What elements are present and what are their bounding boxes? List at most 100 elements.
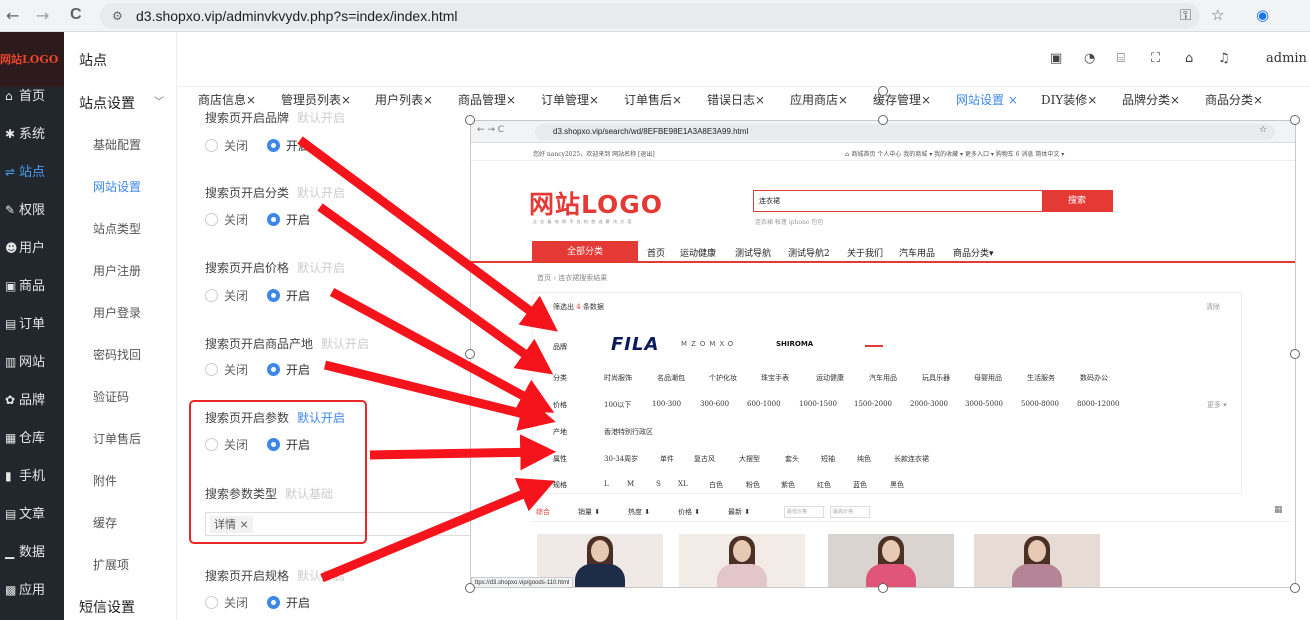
brand-logo-small[interactable] <box>865 335 883 347</box>
reload-icon[interactable]: C <box>70 6 82 24</box>
sidebar-item[interactable]: ✿ 品牌 <box>0 381 64 419</box>
tab-item[interactable]: 商店信息× <box>198 91 256 108</box>
product-card[interactable] <box>974 534 1100 587</box>
radio-on[interactable]: 开启 <box>267 594 310 611</box>
embedded-nav-item[interactable]: 首页 <box>647 246 665 259</box>
filter-option[interactable]: 母婴用品 <box>974 373 1002 383</box>
radio-off[interactable]: 关闭 <box>205 594 248 611</box>
resize-handle[interactable] <box>465 115 475 125</box>
radio-on[interactable]: 开启 <box>267 137 310 154</box>
radio-off[interactable]: 关闭 <box>205 211 248 228</box>
submenu-item[interactable]: 订单售后 <box>93 430 141 447</box>
embedded-logo[interactable]: 网站LOGO <box>529 185 663 221</box>
embedded-nav-item[interactable]: 测试导航 <box>735 246 771 259</box>
embedded-nav-item[interactable]: 汽车用品 <box>899 246 935 259</box>
filter-more[interactable]: 更多 ▾ <box>1207 400 1227 410</box>
filter-option[interactable]: 时尚服饰 <box>604 373 632 383</box>
resize-handle[interactable] <box>878 583 888 593</box>
product-card[interactable] <box>828 534 954 587</box>
tab-item[interactable]: 商品管理× <box>458 91 516 108</box>
radio-off[interactable]: 关闭 <box>205 361 248 378</box>
submenu-item[interactable]: 扩展项 <box>93 556 129 573</box>
fullscreen-icon[interactable]: ⛶ <box>1151 51 1160 66</box>
embedded-nav-item[interactable]: 运动健康 <box>680 246 716 259</box>
admin-user[interactable]: admin <box>1266 51 1307 66</box>
submenu-item[interactable]: 用户注册 <box>93 262 141 279</box>
resize-handle[interactable] <box>465 349 475 359</box>
radio-off[interactable]: 关闭 <box>205 287 248 304</box>
brand-fila[interactable]: FILA <box>611 334 659 355</box>
profile-icon[interactable]: ◉ <box>1256 6 1269 24</box>
sort-option[interactable]: 价格 ⬇ <box>678 507 700 517</box>
filter-option[interactable]: 生活服务 <box>1027 373 1055 383</box>
brand-mzomxo[interactable]: MZOMXO <box>681 340 737 348</box>
tab-item[interactable]: 错误日志× <box>707 91 765 108</box>
forward-icon[interactable]: → <box>36 6 49 25</box>
submenu-item[interactable]: 附件 <box>93 472 117 489</box>
radio-on[interactable]: 开启 <box>267 361 310 378</box>
site-settings-icon[interactable]: ⚙ <box>112 3 123 29</box>
filter-option[interactable]: 珠宝手表 <box>761 373 789 383</box>
filter-option[interactable]: 数码办公 <box>1080 373 1108 383</box>
filter-option[interactable]: 8000-12000 <box>1077 400 1119 408</box>
sort-option[interactable]: 综合 <box>536 507 550 517</box>
rotate-handle[interactable] <box>878 86 888 96</box>
filter-option[interactable]: 黑色 <box>890 480 904 490</box>
submenu-group-site-settings[interactable]: 站点设置 ﹀ <box>79 93 164 113</box>
tab-item[interactable]: 品牌分类× <box>1122 91 1180 108</box>
filter-option[interactable]: 名品潮包 <box>657 373 685 383</box>
tab-item[interactable]: DIY装修× <box>1041 91 1097 108</box>
sort-option[interactable]: 销量 ⬇ <box>578 507 600 517</box>
submenu-item[interactable]: 基础配置 <box>93 136 141 153</box>
submenu-item[interactable]: 缓存 <box>93 514 117 531</box>
sort-option[interactable]: 最新 ⬇ <box>728 507 750 517</box>
submenu-item[interactable]: 站点类型 <box>93 220 141 237</box>
top-links[interactable]: ⌂ 商城首页 个人中心 我的商城 ▾ 我的收藏 ▾ 更多入口 ▾ 购物车 6 消… <box>845 149 1064 158</box>
filter-option[interactable]: 1000-1500 <box>799 400 837 408</box>
key-icon[interactable]: ⚿ <box>1180 6 1191 24</box>
tab-item[interactable]: 订单管理× <box>541 91 599 108</box>
bell-icon[interactable]: ♫ <box>1218 51 1230 66</box>
filter-option[interactable]: M <box>627 480 634 488</box>
filter-option[interactable]: 汽车用品 <box>869 373 897 383</box>
radio-on[interactable]: 开启 <box>267 287 310 304</box>
sidebar-item[interactable]: ▤ 文章 <box>0 495 64 533</box>
tab-item[interactable]: 用户列表× <box>375 91 433 108</box>
submenu-item[interactable]: 验证码 <box>93 388 129 405</box>
filter-option[interactable]: 2000-3000 <box>910 400 948 408</box>
price-min-input[interactable]: 最低价格 <box>784 506 824 518</box>
filter-option[interactable]: 套头 <box>785 454 799 464</box>
palette-icon[interactable]: ◔ <box>1084 51 1095 66</box>
translate-icon[interactable]: ▣ <box>1050 51 1062 66</box>
submenu-item[interactable]: 用户登录 <box>93 304 141 321</box>
filter-option[interactable]: 运动健康 <box>816 373 844 383</box>
tab-item[interactable]: 网站设置 × <box>956 91 1018 108</box>
sidebar-item[interactable]: ▮ 手机 <box>0 457 64 495</box>
resize-handle[interactable] <box>465 583 475 593</box>
filter-option[interactable]: L <box>604 480 609 488</box>
embedded-search-button[interactable]: 搜索 <box>1042 191 1112 211</box>
embedded-nav-item[interactable]: 测试导航2 <box>788 246 830 259</box>
filter-option[interactable]: XL <box>678 480 688 488</box>
filter-option[interactable]: 短袖 <box>821 454 835 464</box>
sidebar-item[interactable]: ▦ 仓库 <box>0 419 64 457</box>
store-icon[interactable]: ⌸ <box>1117 51 1125 66</box>
filter-option[interactable]: 3000-5000 <box>965 400 1003 408</box>
filter-option[interactable]: 复古风 <box>694 454 715 464</box>
filter-option[interactable]: S <box>656 480 661 488</box>
embedded-nav-item[interactable]: 关于我们 <box>847 246 883 259</box>
filter-option[interactable]: 长款连衣裙 <box>894 454 929 464</box>
filter-option[interactable]: 粉色 <box>746 480 760 490</box>
sidebar-item[interactable]: ▩ 应用 <box>0 571 64 609</box>
resize-handle[interactable] <box>1290 349 1300 359</box>
embedded-search-box[interactable]: 连衣裙 搜索 <box>753 190 1113 212</box>
filter-option[interactable]: 单件 <box>660 454 674 464</box>
filter-option[interactable]: 香港特别行政区 <box>604 427 653 437</box>
sidebar-item[interactable]: ▁ 数据 <box>0 533 64 571</box>
embedded-star-icon[interactable]: ☆ <box>1259 125 1267 135</box>
sidebar-item[interactable]: ⇌ 站点 <box>0 153 64 191</box>
resize-handle[interactable] <box>1290 583 1300 593</box>
submenu-item[interactable]: 网站设置 <box>93 178 141 195</box>
radio-on[interactable]: 开启 <box>267 211 310 228</box>
back-icon[interactable]: ← <box>6 6 19 25</box>
